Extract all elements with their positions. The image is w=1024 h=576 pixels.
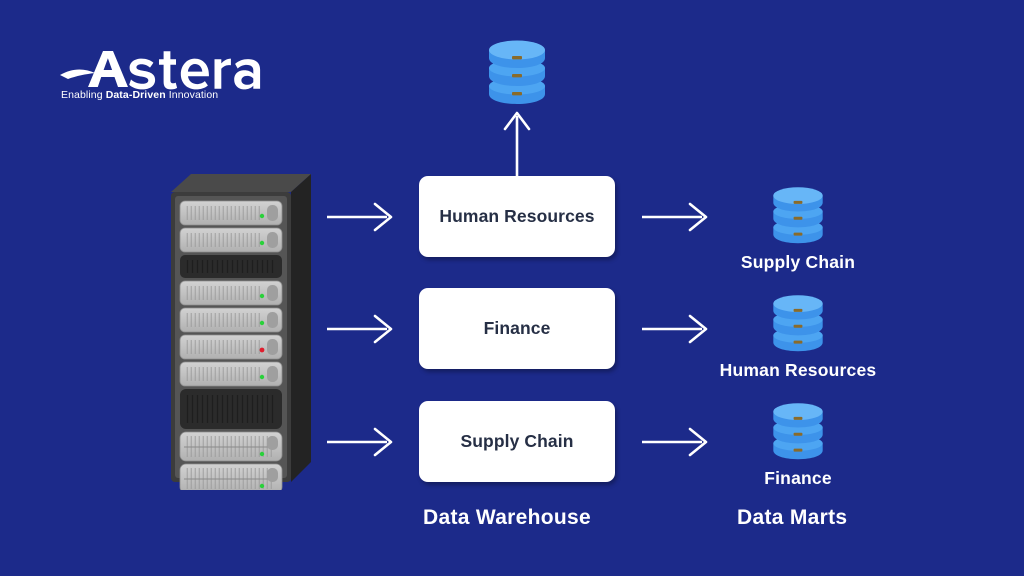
data-mart-supply-chain[interactable]: Supply Chain bbox=[703, 178, 893, 273]
tagline-suffix: Innovation bbox=[165, 89, 219, 101]
database-icon bbox=[773, 187, 823, 244]
diagram-canvas: Enabling Data-Driven Innovation Human Re… bbox=[0, 0, 1024, 576]
data-mart-human-resources[interactable]: Human Resources bbox=[703, 286, 893, 381]
database-icon bbox=[773, 403, 823, 460]
server-rack-icon bbox=[171, 174, 311, 490]
astera-logo-tagline: Enabling Data-Driven Innovation bbox=[61, 89, 266, 101]
rack-unit bbox=[179, 431, 283, 462]
data-mart-label: Supply Chain bbox=[740, 252, 856, 272]
astera-wordmark-icon bbox=[60, 51, 261, 90]
data-mart-label: Finance bbox=[764, 468, 832, 488]
rack-unit bbox=[179, 361, 283, 387]
rack-blank-panel bbox=[180, 389, 282, 429]
data-mart-label: Human Resources bbox=[719, 360, 877, 380]
rack-unit bbox=[179, 227, 283, 253]
warehouse-box-label: Finance bbox=[483, 318, 551, 338]
tagline-prefix: Enabling bbox=[61, 89, 106, 101]
data-marts-caption: Data Marts bbox=[737, 506, 848, 529]
arrow-warehouse-to-database bbox=[503, 111, 531, 176]
arrow-source-to-hr bbox=[327, 202, 393, 232]
astera-logo: Enabling Data-Driven Innovation bbox=[58, 46, 268, 108]
warehouse-box-supply-chain[interactable]: Supply Chain bbox=[419, 401, 615, 482]
rack-unit bbox=[179, 280, 283, 306]
rack-unit bbox=[179, 200, 283, 226]
tagline-bold: Data-Driven bbox=[105, 89, 166, 101]
data-mart-finance[interactable]: Finance bbox=[703, 394, 893, 489]
warehouse-box-human-resources[interactable]: Human Resources bbox=[419, 176, 615, 257]
rack-unit bbox=[179, 307, 283, 333]
rack-unit bbox=[179, 463, 283, 490]
warehouse-box-finance[interactable]: Finance bbox=[419, 288, 615, 369]
arrow-source-to-supply-chain bbox=[327, 427, 393, 457]
data-warehouse-caption: Data Warehouse bbox=[423, 506, 591, 529]
rack-unit bbox=[179, 334, 283, 360]
database-icon bbox=[773, 295, 823, 352]
arrow-source-to-finance bbox=[327, 314, 393, 344]
warehouse-box-label: Supply Chain bbox=[460, 431, 574, 451]
database-icon bbox=[489, 40, 545, 104]
warehouse-box-label: Human Resources bbox=[439, 206, 595, 226]
rack-blank-panel bbox=[180, 255, 282, 278]
